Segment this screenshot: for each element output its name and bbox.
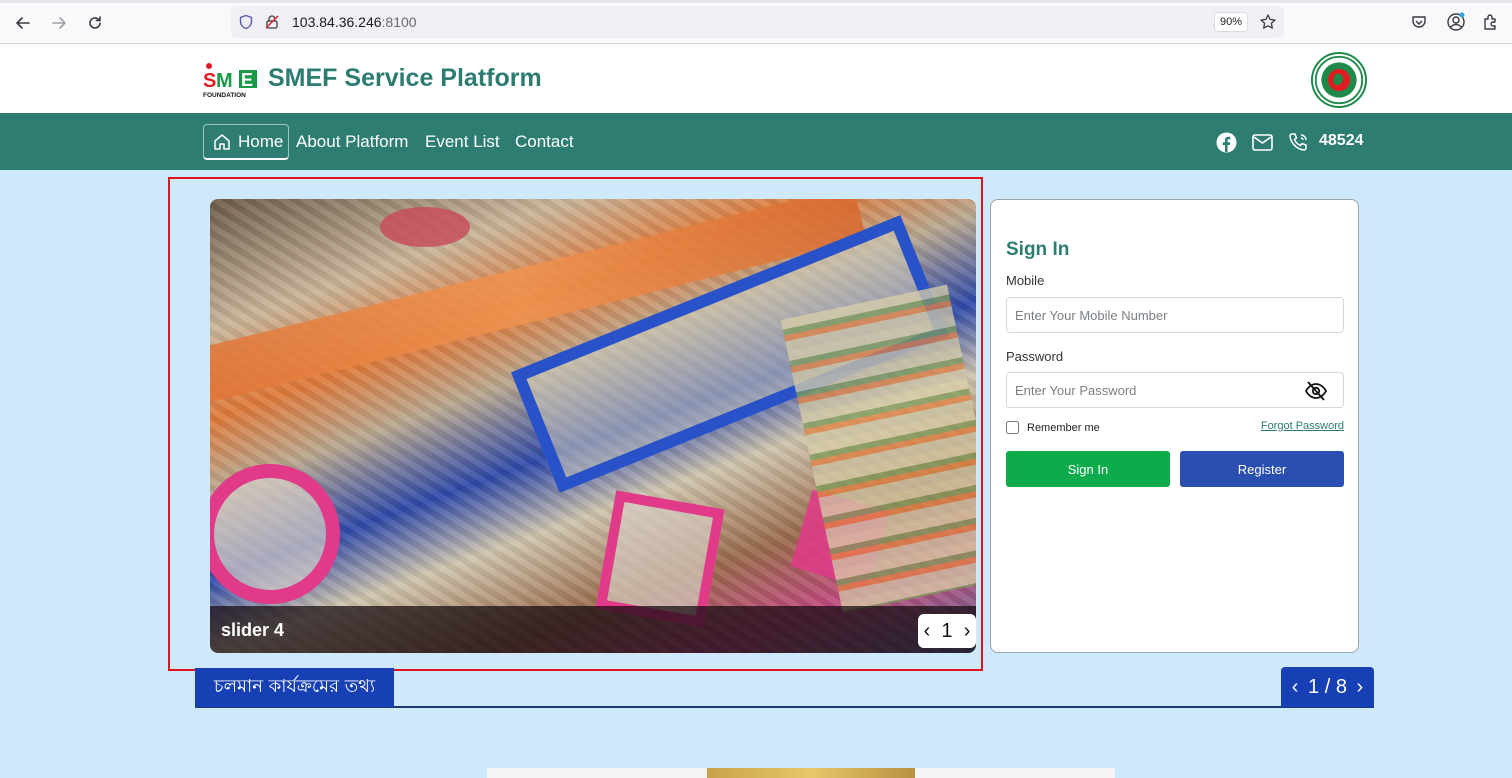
government-seal-logo xyxy=(1311,52,1367,108)
svg-text:S: S xyxy=(203,70,216,92)
nav-home-label: Home xyxy=(238,131,284,151)
site-title[interactable]: SMEF Service Platform xyxy=(268,64,542,93)
extensions-icon[interactable] xyxy=(1481,12,1501,32)
svg-text:E: E xyxy=(241,70,253,90)
phone-icon[interactable] xyxy=(1287,131,1309,153)
ongoing-activities-label: চলমান কার্যক্রমের তথ্য xyxy=(195,668,394,707)
site-header: S M E FOUNDATION SMEF Service Platform xyxy=(0,44,1512,113)
remember-me-label: Remember me xyxy=(1027,421,1100,434)
nav-home[interactable]: Home xyxy=(203,124,289,160)
activity-card[interactable] xyxy=(487,768,1115,778)
slide-image-basket xyxy=(380,207,470,247)
notice-page-indicator: 1 / 8 xyxy=(1308,675,1347,698)
svg-text:M: M xyxy=(216,70,233,92)
slider-pager: ‹ 1 › xyxy=(918,614,976,648)
zoom-indicator[interactable]: 90% xyxy=(1214,12,1248,32)
slider-page-number: 1 xyxy=(941,619,953,642)
hotline-number[interactable]: 48524 xyxy=(1319,132,1364,150)
image-slider[interactable]: slider 4 ‹ 1 › xyxy=(210,199,976,653)
notice-prev-icon[interactable]: ‹ xyxy=(1292,676,1299,699)
notice-next-icon[interactable]: › xyxy=(1357,676,1364,699)
shield-icon xyxy=(239,14,253,30)
register-button[interactable]: Register xyxy=(1180,451,1344,487)
slider-caption-bar: slider 4 ‹ 1 › xyxy=(210,606,976,653)
forward-icon[interactable] xyxy=(46,10,72,36)
remember-me[interactable]: Remember me xyxy=(1006,421,1100,434)
password-input[interactable] xyxy=(1006,372,1344,408)
mobile-input[interactable] xyxy=(1006,297,1344,333)
browser-toolbar: 103.84.36.246:8100 90% xyxy=(0,0,1512,44)
svg-text:FOUNDATION: FOUNDATION xyxy=(203,92,246,98)
notice-pager: ‹ 1 / 8 › xyxy=(1281,667,1374,707)
signin-button[interactable]: Sign In xyxy=(1006,451,1170,487)
signin-card: Sign In Mobile Password Remember me Forg… xyxy=(990,199,1359,653)
mobile-label: Mobile xyxy=(1006,273,1045,288)
reload-icon[interactable] xyxy=(82,10,108,36)
url-port: :8100 xyxy=(381,14,417,30)
home-icon xyxy=(214,133,230,150)
eye-off-icon[interactable] xyxy=(1304,380,1328,402)
mail-icon[interactable] xyxy=(1251,131,1273,153)
remember-me-checkbox[interactable] xyxy=(1006,421,1019,434)
activity-card-image xyxy=(707,768,915,778)
bookmark-star-icon[interactable] xyxy=(1259,13,1277,31)
insecure-lock-icon[interactable] xyxy=(264,14,280,30)
forgot-password-link[interactable]: Forgot Password xyxy=(1261,420,1344,432)
address-bar[interactable]: 103.84.36.246:8100 90% xyxy=(231,6,1284,38)
password-label: Password xyxy=(1006,349,1064,364)
main-navbar: Home About Platform Event List Contact 4… xyxy=(0,113,1512,170)
account-icon[interactable] xyxy=(1446,12,1466,32)
url-text: 103.84.36.246:8100 xyxy=(292,14,417,30)
nav-contact[interactable]: Contact xyxy=(515,113,574,170)
back-icon[interactable] xyxy=(10,10,36,36)
nav-event-list[interactable]: Event List xyxy=(425,113,500,170)
sme-foundation-logo[interactable]: S M E FOUNDATION xyxy=(203,62,258,98)
nav-about-platform[interactable]: About Platform xyxy=(296,113,408,170)
signin-title: Sign In xyxy=(1006,239,1070,260)
slide-image-basket xyxy=(210,464,340,604)
facebook-icon[interactable] xyxy=(1215,131,1237,153)
slider-prev-icon[interactable]: ‹ xyxy=(924,620,931,643)
slider-next-icon[interactable]: › xyxy=(964,620,971,643)
pocket-icon[interactable] xyxy=(1410,13,1428,31)
url-host: 103.84.36.246 xyxy=(292,14,382,30)
slider-caption: slider 4 xyxy=(221,620,285,640)
